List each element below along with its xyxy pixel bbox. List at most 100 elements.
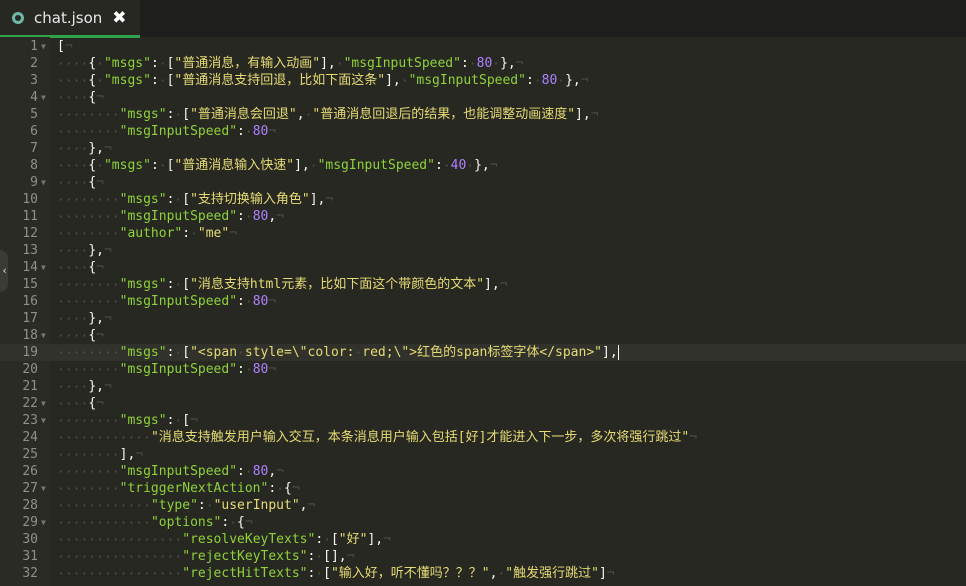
code-text: "type": "userInput", [57, 497, 315, 514]
code-text: }, [57, 242, 112, 259]
code-text: "msgInputSpeed": 80, [57, 463, 284, 480]
code-line[interactable]: 27▼ "triggerNextAction": { [0, 480, 966, 497]
code-text: "msgs": [ [57, 412, 198, 429]
code-line[interactable]: 31 "rejectKeyTexts": [], [0, 548, 966, 565]
code-text: "msgInputSpeed": 80 [57, 293, 276, 310]
code-line[interactable]: 3 { "msgs": ["普通消息支持回退，比如下面这条"], "msgInp… [0, 72, 966, 89]
code-text: { [57, 395, 104, 412]
code-text: "msgInputSpeed": 80 [57, 123, 276, 140]
line-number: 22 [22, 396, 38, 411]
code-text: { [57, 89, 104, 106]
code-line[interactable]: 9▼ { [0, 174, 966, 191]
code-line[interactable]: 7 }, [0, 140, 966, 157]
code-line[interactable]: 26 "msgInputSpeed": 80, [0, 463, 966, 480]
code-line[interactable]: 25 ], [0, 446, 966, 463]
tab-chat-json[interactable]: chat.json ✖ [0, 0, 140, 38]
code-line[interactable]: 2 { "msgs": ["普通消息，有输入动画"], "msgInputSpe… [0, 55, 966, 72]
code-line[interactable]: 17 }, [0, 310, 966, 327]
code-line[interactable]: 22▼ { [0, 395, 966, 412]
code-text: "triggerNextAction": { [57, 480, 300, 497]
line-number: 30 [22, 532, 38, 547]
line-number: 7 [30, 141, 38, 156]
code-line[interactable]: 23▼ "msgs": [ [0, 412, 966, 429]
fold-arrow-icon[interactable]: ▼ [41, 514, 46, 531]
line-number: 32 [22, 566, 38, 581]
code-text: "msgs": ["消息支持html元素，比如下面这个带颜色的文本"], [57, 276, 508, 293]
line-number: 28 [22, 498, 38, 513]
line-number: 18 [22, 328, 38, 343]
code-editor[interactable]: 1▼[2 { "msgs": ["普通消息，有输入动画"], "msgInput… [0, 37, 966, 586]
line-number: 26 [22, 464, 38, 479]
code-line[interactable]: 30 "resolveKeyTexts": ["好"], [0, 531, 966, 548]
code-line[interactable]: 21 }, [0, 378, 966, 395]
code-text: { [57, 174, 104, 191]
fold-arrow-icon[interactable]: ▼ [41, 174, 46, 191]
code-text: "消息支持触发用户输入交互，本条消息用户输入包括[好]才能进入下一步，多次将强行… [57, 429, 697, 446]
fold-arrow-icon[interactable]: ▼ [41, 327, 46, 344]
close-icon[interactable]: ✖ [112, 8, 126, 28]
fold-arrow-icon[interactable]: ▼ [41, 89, 46, 106]
text-cursor [617, 345, 619, 360]
code-line[interactable]: 13 }, [0, 242, 966, 259]
code-text: }, [57, 310, 112, 327]
code-line[interactable]: 14▼ { [0, 259, 966, 276]
line-number: 27 [22, 481, 38, 496]
code-line[interactable]: 12 "author": "me" [0, 225, 966, 242]
line-number: 1 [30, 39, 38, 54]
line-number: 23 [22, 413, 38, 428]
fold-arrow-icon[interactable]: ▼ [41, 38, 46, 55]
code-line[interactable]: 10 "msgs": ["支持切换输入角色"], [0, 191, 966, 208]
code-line[interactable]: 1 ▼ [ [0, 38, 966, 55]
line-number: 4 [30, 90, 38, 105]
code-text: "msgs": ["普通消息会回退", "普通消息回退后的结果，也能调整动画速度… [57, 106, 599, 123]
fold-arrow-icon[interactable]: ▼ [41, 480, 46, 497]
code-text: }, [57, 378, 112, 395]
code-text: { "msgs": ["普通消息，有输入动画"], "msgInputSpeed… [57, 55, 524, 72]
code-text: { [57, 259, 104, 276]
line-number: 11 [22, 209, 38, 224]
line-number: 19 [22, 345, 38, 360]
code-line[interactable]: 4▼ { [0, 89, 966, 106]
code-line[interactable]: 29▼ "options": { [0, 514, 966, 531]
line-number: 9 [30, 175, 38, 190]
code-text: "rejectHitTexts": ["输入好，听不懂吗？？？", "触发强行跳… [57, 565, 615, 582]
line-number: 3 [30, 73, 38, 88]
code-line[interactable]: 8 { "msgs": ["普通消息输入快速"], "msgInputSpeed… [0, 157, 966, 174]
code-text: [ [57, 38, 73, 55]
line-number: 29 [22, 515, 38, 530]
line-number: 6 [30, 124, 38, 139]
code-line[interactable]: 20 "msgInputSpeed": 80 [0, 361, 966, 378]
code-text: "msgInputSpeed": 80 [57, 361, 276, 378]
fold-arrow-icon[interactable]: ▼ [41, 412, 46, 429]
code-text: }, [57, 140, 112, 157]
tab-title: chat.json [34, 8, 103, 27]
code-line[interactable]: 28 "type": "userInput", [0, 497, 966, 514]
line-number: 31 [22, 549, 38, 564]
code-line[interactable]: 16 "msgInputSpeed": 80 [0, 293, 966, 310]
line-number: 25 [22, 447, 38, 462]
code-text: ], [57, 446, 143, 463]
code-line[interactable]: 19 "msgs": ["<span style=\"color: red;\"… [0, 344, 966, 361]
line-number: 5 [30, 107, 38, 122]
code-line[interactable]: 18▼ { [0, 327, 966, 344]
code-text: "msgs": ["支持切换输入角色"], [57, 191, 333, 208]
code-line[interactable]: 5 "msgs": ["普通消息会回退", "普通消息回退后的结果，也能调整动画… [0, 106, 966, 123]
code-text: "rejectKeyTexts": [], [57, 548, 354, 565]
code-text: "author": "me" [57, 225, 237, 242]
code-line[interactable]: 6 "msgInputSpeed": 80 [0, 123, 966, 140]
code-line[interactable]: 32 "rejectHitTexts": ["输入好，听不懂吗？？？", "触发… [0, 565, 966, 582]
code-line[interactable]: 24 "消息支持触发用户输入交互，本条消息用户输入包括[好]才能进入下一步，多次… [0, 429, 966, 446]
code-text: { "msgs": ["普通消息支持回退，比如下面这条"], "msgInput… [57, 72, 589, 89]
code-line[interactable]: 11 "msgInputSpeed": 80, [0, 208, 966, 225]
fold-arrow-icon[interactable]: ▼ [41, 259, 46, 276]
line-number: 24 [22, 430, 38, 445]
line-number: 2 [30, 56, 38, 71]
code-text: "msgInputSpeed": 80, [57, 208, 284, 225]
code-text: "options": { [57, 514, 253, 531]
line-number: 8 [30, 158, 38, 173]
code-text: { [57, 327, 104, 344]
line-number: 16 [22, 294, 38, 309]
fold-arrow-icon[interactable]: ▼ [41, 395, 46, 412]
code-line[interactable]: 15 "msgs": ["消息支持html元素，比如下面这个带颜色的文本"], [0, 276, 966, 293]
collapse-sidebar-handle[interactable]: ‹ [0, 250, 8, 292]
